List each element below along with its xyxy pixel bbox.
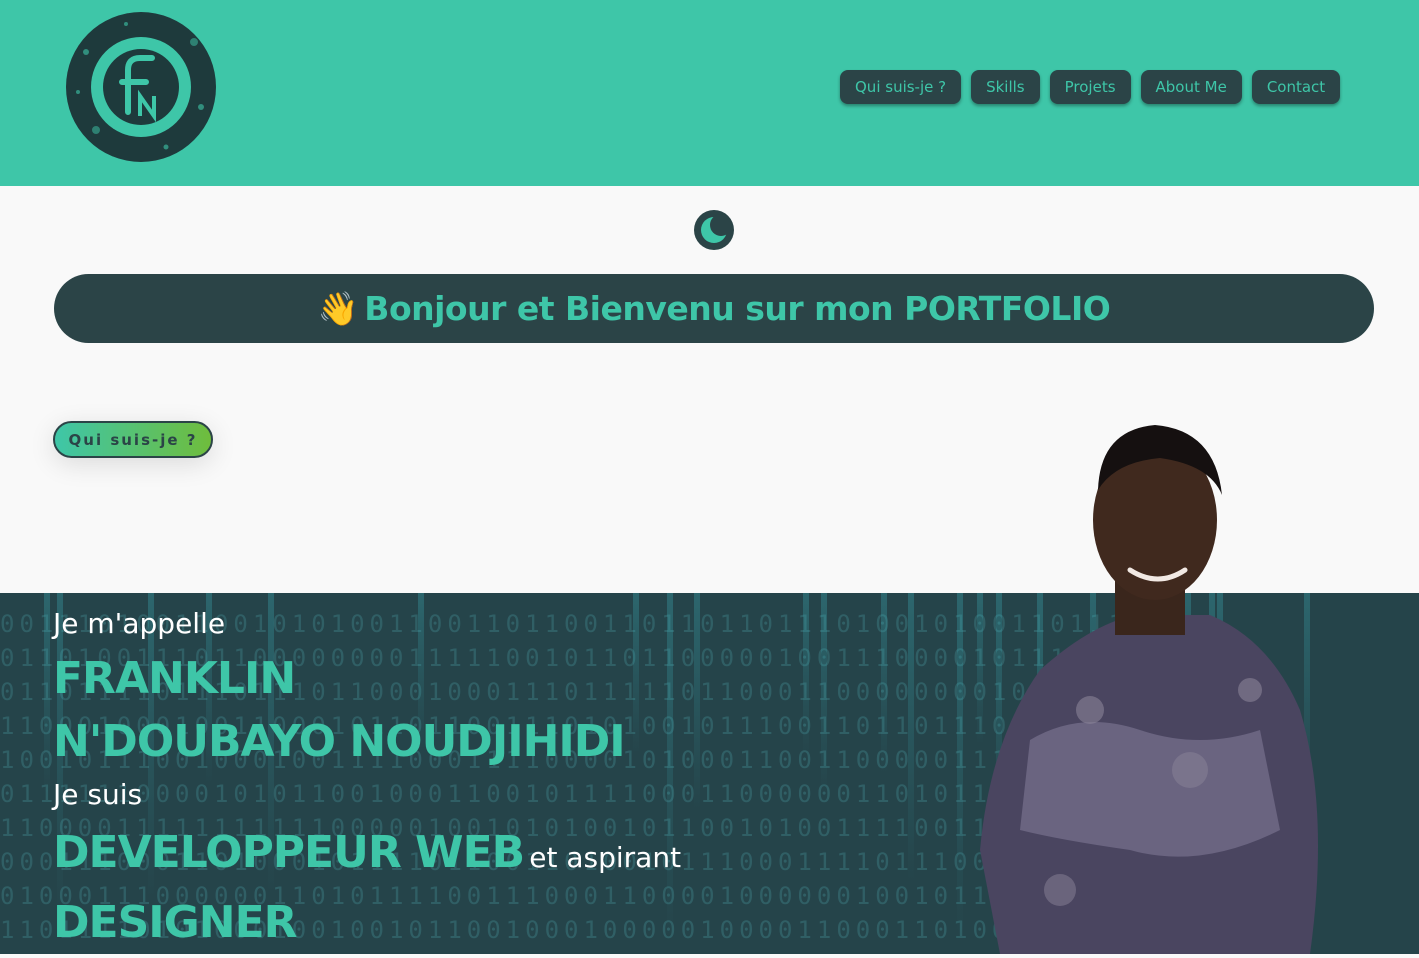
waving-hand-icon: 👋 bbox=[317, 288, 359, 328]
main-nav: Qui suis-je ? Skills Projets About Me Co… bbox=[840, 70, 1341, 104]
qui-suis-je-button[interactable]: Qui suis-je ? bbox=[53, 421, 213, 458]
nav-contact[interactable]: Contact bbox=[1251, 70, 1341, 104]
welcome-banner: 👋 Bonjour et Bienvenu sur mon PORTFOLIO bbox=[54, 274, 1374, 343]
role-line: DEVELOPPEUR WEB et aspirant bbox=[53, 827, 681, 878]
fn-logo-icon[interactable] bbox=[66, 12, 216, 162]
moon-icon bbox=[701, 214, 732, 243]
welcome-text: Bonjour et Bienvenu sur mon PORTFOLIO bbox=[364, 289, 1111, 328]
role-connector: et aspirant bbox=[529, 841, 682, 874]
role-title: DEVELOPPEUR WEB bbox=[53, 827, 525, 878]
nav-projets[interactable]: Projets bbox=[1049, 70, 1131, 104]
binary-rain-streak bbox=[881, 593, 887, 774]
last-name: N'DOUBAYO NOUDJIHIDI bbox=[53, 716, 626, 767]
binary-rain-streak bbox=[44, 593, 50, 795]
binary-rain-streak bbox=[803, 593, 809, 756]
role-intro: Je suis bbox=[53, 778, 143, 811]
nav-qui-suis-je[interactable]: Qui suis-je ? bbox=[840, 70, 962, 104]
first-name: FRANKLIN bbox=[53, 653, 296, 704]
binary-rain-streak bbox=[908, 593, 914, 883]
nav-about-me[interactable]: About Me bbox=[1140, 70, 1242, 104]
profile-photo bbox=[960, 410, 1340, 954]
binary-rain-streak bbox=[633, 593, 639, 754]
binary-rain-streak bbox=[667, 593, 673, 939]
binary-rain-streak bbox=[821, 593, 827, 794]
role-title-2: DESIGNER bbox=[53, 897, 298, 948]
site-header: Qui suis-je ? Skills Projets About Me Co… bbox=[0, 0, 1419, 186]
intro-text: Je m'appelle bbox=[53, 607, 226, 640]
nav-skills[interactable]: Skills bbox=[971, 70, 1040, 104]
binary-rain-streak bbox=[694, 593, 700, 811]
theme-toggle-button[interactable] bbox=[694, 210, 734, 250]
